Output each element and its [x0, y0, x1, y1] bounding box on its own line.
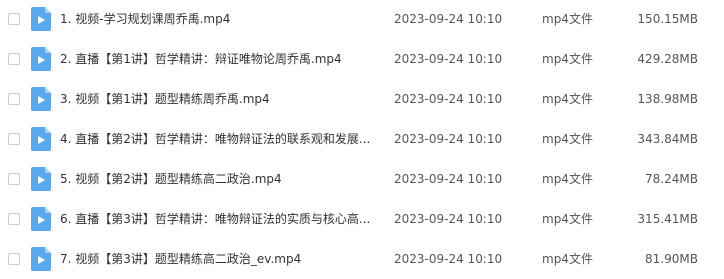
- file-name[interactable]: 6. 直播【第3讲】哲学精讲：唯物辩证法的实质与核心高...: [60, 211, 370, 227]
- file-checkbox[interactable]: [8, 53, 20, 65]
- file-row[interactable]: 1. 视频-学习规划课周乔禹.mp4 2023-09-24 10:10 mp4文…: [0, 1, 724, 39]
- file-name[interactable]: 2. 直播【第1讲】哲学精讲：辩证唯物论周乔禹.mp4: [60, 51, 342, 67]
- file-size: 150.15MB: [637, 12, 698, 26]
- file-type: mp4文件: [542, 92, 593, 106]
- file-date: 2023-09-24 10:10: [394, 12, 503, 26]
- file-row[interactable]: 6. 直播【第3讲】哲学精讲：唯物辩证法的实质与核心高... 2023-09-2…: [0, 201, 724, 239]
- file-row[interactable]: 2. 直播【第1讲】哲学精讲：辩证唯物论周乔禹.mp4 2023-09-24 1…: [0, 41, 724, 79]
- file-date: 2023-09-24 10:10: [394, 52, 503, 66]
- video-file-icon: [31, 207, 51, 231]
- file-size: 315.41MB: [637, 212, 698, 226]
- file-size: 343.84MB: [637, 132, 698, 146]
- file-size: 78.24MB: [645, 172, 698, 186]
- file-checkbox[interactable]: [8, 253, 20, 265]
- file-list: 1. 视频-学习规划课周乔禹.mp4 2023-09-24 10:10 mp4文…: [0, 0, 724, 271]
- file-type: mp4文件: [542, 172, 593, 186]
- file-checkbox[interactable]: [8, 93, 20, 105]
- file-row[interactable]: 5. 视频【第2讲】题型精练高二政治.mp4 2023-09-24 10:10 …: [0, 161, 724, 199]
- video-file-icon: [31, 87, 51, 111]
- file-name[interactable]: 4. 直播【第2讲】哲学精讲：唯物辩证法的联系观和发展...: [60, 131, 370, 147]
- file-date: 2023-09-24 10:10: [394, 212, 503, 226]
- file-checkbox[interactable]: [8, 133, 20, 145]
- file-name[interactable]: 7. 视频【第3讲】题型精练高二政治_ev.mp4: [60, 251, 301, 267]
- file-date: 2023-09-24 10:10: [394, 172, 503, 186]
- file-type: mp4文件: [542, 132, 593, 146]
- video-file-icon: [31, 167, 51, 191]
- file-date: 2023-09-24 10:10: [394, 92, 503, 106]
- file-checkbox[interactable]: [8, 213, 20, 225]
- file-size: 138.98MB: [637, 92, 698, 106]
- file-row[interactable]: 7. 视频【第3讲】题型精练高二政治_ev.mp4 2023-09-24 10:…: [0, 241, 724, 279]
- file-name[interactable]: 1. 视频-学习规划课周乔禹.mp4: [60, 11, 230, 27]
- video-file-icon: [31, 127, 51, 151]
- file-checkbox[interactable]: [8, 173, 20, 185]
- file-type: mp4文件: [542, 212, 593, 226]
- file-type: mp4文件: [542, 52, 593, 66]
- file-type: mp4文件: [542, 12, 593, 26]
- file-date: 2023-09-24 10:10: [394, 252, 503, 266]
- file-size: 429.28MB: [637, 52, 698, 66]
- file-checkbox[interactable]: [8, 13, 20, 25]
- video-file-icon: [31, 247, 51, 271]
- file-name[interactable]: 3. 视频【第1讲】题型精练周乔禹.mp4: [60, 91, 270, 107]
- video-file-icon: [31, 7, 51, 31]
- file-row[interactable]: 3. 视频【第1讲】题型精练周乔禹.mp4 2023-09-24 10:10 m…: [0, 81, 724, 119]
- file-name[interactable]: 5. 视频【第2讲】题型精练高二政治.mp4: [60, 171, 282, 187]
- file-date: 2023-09-24 10:10: [394, 132, 503, 146]
- video-file-icon: [31, 47, 51, 71]
- file-type: mp4文件: [542, 252, 593, 266]
- file-size: 81.90MB: [645, 252, 698, 266]
- file-row[interactable]: 4. 直播【第2讲】哲学精讲：唯物辩证法的联系观和发展... 2023-09-2…: [0, 121, 724, 159]
